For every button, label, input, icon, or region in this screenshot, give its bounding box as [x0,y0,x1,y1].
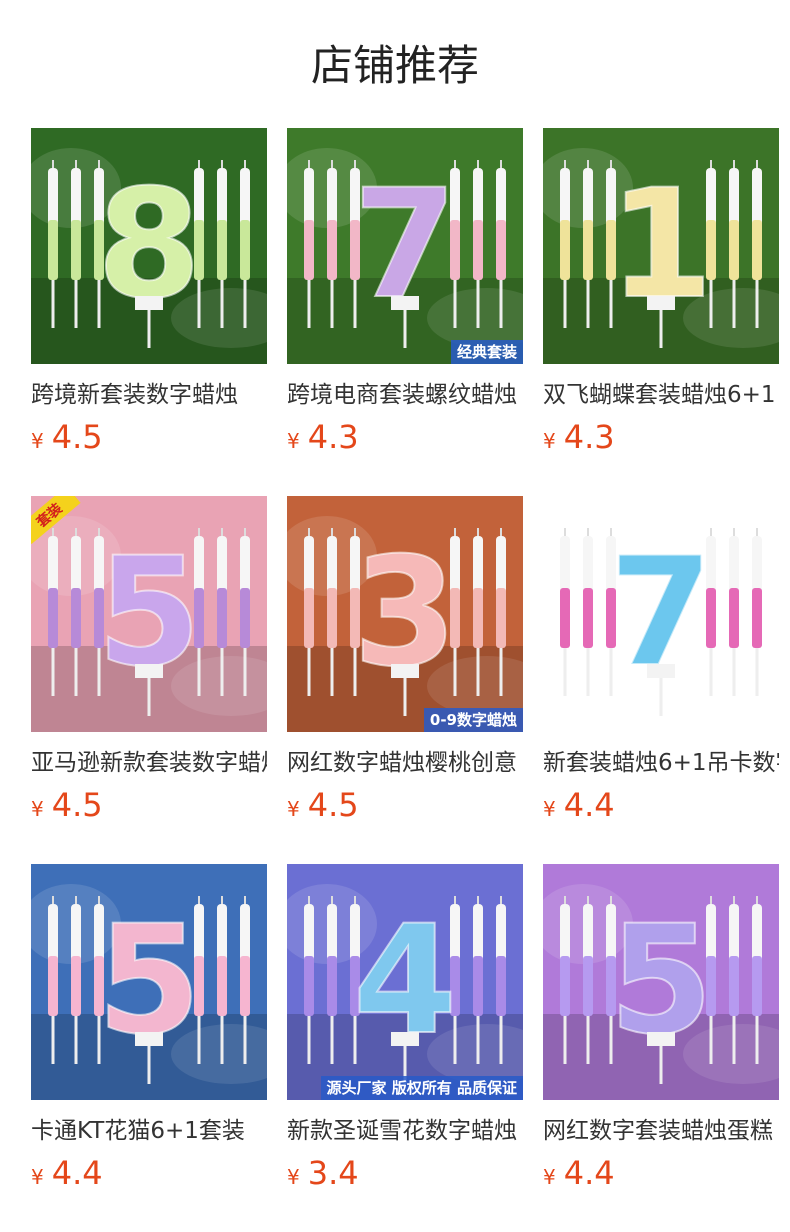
product-name[interactable]: 新套装蜡烛6+1吊卡数字 [543,746,779,780]
product-card[interactable]: 7 新套装蜡烛6+1吊卡数字 ¥4.4 [543,496,779,826]
candle-number-1-image[interactable]: 1 [543,128,779,364]
product-name[interactable]: 跨境新套装数字蜡烛 [31,378,267,412]
price-value: 3.4 [307,1154,359,1192]
candle-number-5-image[interactable]: 5 套装 [31,496,267,732]
candle-number-3-image[interactable]: 3 0-9数字蜡烛 [287,496,523,732]
currency-symbol: ¥ [287,797,300,821]
currency-symbol: ¥ [31,797,44,821]
product-name[interactable]: 网红数字套装蜡烛蛋糕 [543,1114,779,1148]
price-value: 4.4 [563,786,615,824]
currency-symbol: ¥ [543,429,556,453]
product-price: ¥4.4 [31,1152,267,1194]
currency-symbol: ¥ [287,429,300,453]
price-value: 4.3 [563,418,615,456]
candle-number-4-image[interactable]: 4 源头厂家 版权所有 品质保证 [287,864,523,1100]
image-banner: 0-9数字蜡烛 [423,708,523,732]
product-card[interactable]: 3 0-9数字蜡烛网红数字蜡烛樱桃创意 ¥4.5 [287,496,523,826]
currency-symbol: ¥ [31,1165,44,1189]
product-card[interactable]: 8 跨境新套装数字蜡烛 ¥4.5 [31,128,267,458]
product-price: ¥4.3 [543,416,779,458]
candle-number-7-image[interactable]: 7 经典套装 [287,128,523,364]
page-title: 店铺推荐 [310,41,479,90]
product-price: ¥4.5 [31,784,267,826]
product-card[interactable]: 1 双飞蝴蝶套装蜡烛6+1 ¥4.3 [543,128,779,458]
candle-number-8-image[interactable]: 8 [31,128,267,364]
price-value: 4.3 [307,418,359,456]
product-card[interactable]: 5 套装亚马逊新款套装数字蜡烛 ¥4.5 [31,496,267,826]
candle-number-5-pink-image[interactable]: 5 [31,864,267,1100]
product-name[interactable]: 卡通KT花猫6+1套装 [31,1114,267,1148]
product-name[interactable]: 亚马逊新款套装数字蜡烛 [31,746,267,780]
product-name[interactable]: 跨境电商套装螺纹蜡烛 [287,378,523,412]
currency-symbol: ¥ [543,797,556,821]
price-value: 4.5 [307,786,359,824]
product-price: ¥4.4 [543,784,779,826]
currency-symbol: ¥ [31,429,44,453]
product-price: ¥4.5 [31,416,267,458]
product-card[interactable]: 7 经典套装跨境电商套装螺纹蜡烛 ¥4.3 [287,128,523,458]
product-name[interactable]: 新款圣诞雪花数字蜡烛 [287,1114,523,1148]
product-name[interactable]: 网红数字蜡烛樱桃创意 [287,746,523,780]
price-value: 4.5 [51,418,103,456]
product-name[interactable]: 双飞蝴蝶套装蜡烛6+1 [543,378,779,412]
product-card[interactable]: 5 卡通KT花猫6+1套装 ¥4.4 [31,864,267,1194]
candle-number-5-purple-image[interactable]: 5 [543,864,779,1100]
product-price: ¥3.4 [287,1152,523,1194]
price-value: 4.4 [51,1154,103,1192]
image-banner: 源头厂家 版权所有 品质保证 [320,1076,523,1100]
image-banner: 经典套装 [450,340,523,364]
candle-number-7-blue-image[interactable]: 7 [543,496,779,732]
product-price: ¥4.5 [287,784,523,826]
product-card[interactable]: 5 网红数字套装蜡烛蛋糕 ¥4.4 [543,864,779,1194]
price-value: 4.5 [51,786,103,824]
currency-symbol: ¥ [287,1165,300,1189]
currency-symbol: ¥ [543,1165,556,1189]
product-price: ¥4.3 [287,416,523,458]
product-card[interactable]: 4 源头厂家 版权所有 品质保证新款圣诞雪花数字蜡烛 ¥3.4 [287,864,523,1194]
price-value: 4.4 [563,1154,615,1192]
product-price: ¥4.4 [543,1152,779,1194]
